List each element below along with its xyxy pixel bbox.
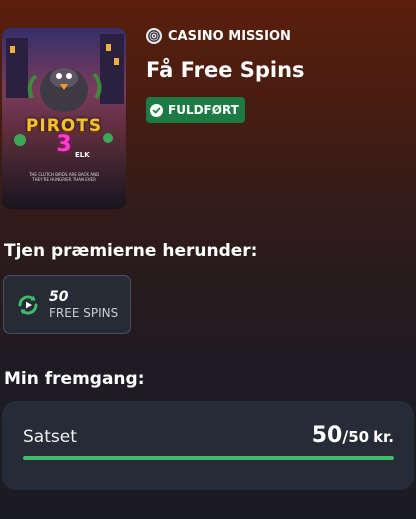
status-label: FULDFØRT (168, 103, 239, 117)
progress-target: 50 (348, 428, 370, 446)
progress-bar (23, 456, 394, 460)
mission-category-label: CASINO MISSION (168, 28, 291, 44)
mission-category: CASINO MISSION (146, 28, 291, 44)
game-thumbnail[interactable]: PIROTS 3 ELK THE CLUTCH BIRDS ARE BACK A… (2, 28, 126, 209)
game-brand: ELK (75, 151, 90, 159)
check-icon (150, 103, 163, 117)
progress-value: 50 / 50 kr. (312, 423, 394, 448)
reward-amount: 50 (49, 288, 69, 305)
progress-card: Satset 50 / 50 kr. (2, 401, 414, 490)
progress-current: 50 (311, 423, 343, 448)
game-logo-number: 3 (56, 132, 72, 157)
progress-heading: Min fremgang: (4, 369, 145, 389)
progress-label: Satset (23, 427, 77, 447)
rewards-heading: Tjen præmierne herunder: (4, 241, 258, 261)
game-tagline: THE CLUTCH BIRDS ARE BACK AND THEY'RE HU… (28, 172, 100, 182)
target-icon (146, 28, 162, 44)
mission-title: Få Free Spins (146, 58, 305, 82)
free-spins-icon (16, 293, 40, 317)
status-badge: FULDFØRT (146, 97, 245, 123)
reward-type: FREE SPINS (49, 305, 119, 320)
progress-bar-fill (23, 456, 394, 460)
reward-card: 50 FREE SPINS (3, 275, 131, 334)
progress-unit: kr. (373, 428, 394, 446)
